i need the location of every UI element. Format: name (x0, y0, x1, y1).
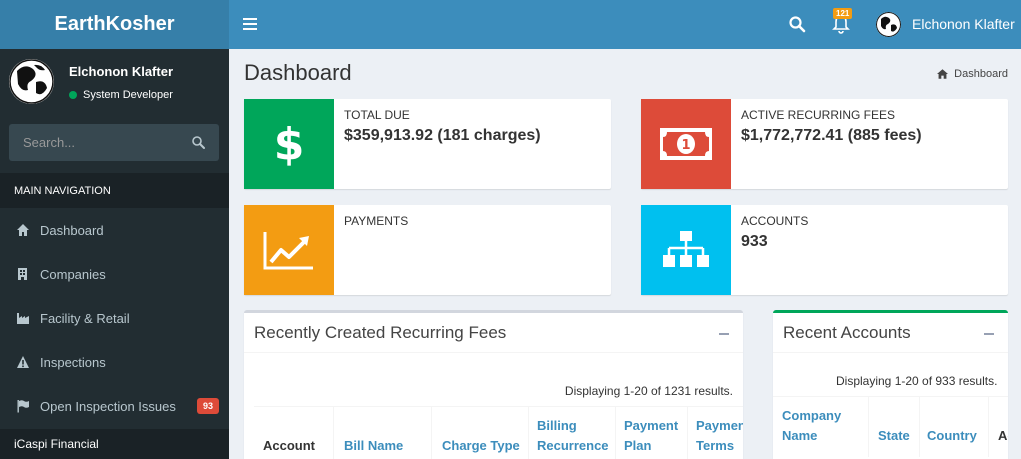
divider (528, 407, 529, 459)
sidebar-item-inspections[interactable]: Inspections (0, 340, 229, 384)
menu-toggle-icon[interactable] (243, 14, 257, 34)
table-header: Company Name State Country Ac (773, 396, 1008, 457)
divider (919, 397, 920, 457)
sidebar-item-label: Dashboard (40, 222, 104, 238)
info-box-label: PAYMENTS (344, 214, 409, 228)
nav-header: MAIN NAVIGATION (0, 173, 229, 208)
sidebar-item-label: Open Inspection Issues (40, 398, 176, 414)
accounts-card[interactable]: ACCOUNTS 933 (641, 205, 1008, 295)
search-icon[interactable] (788, 15, 806, 33)
column-header[interactable]: Billing Recurrence (537, 416, 617, 456)
money-icon: 1 (660, 128, 712, 160)
recurring-fees-panel: Recently Created Recurring Fees Displayi… (244, 310, 743, 459)
divider (333, 407, 334, 459)
info-box-label: TOTAL DUE (344, 108, 410, 122)
column-header[interactable]: Payment Plan (624, 416, 686, 456)
issues-count-badge: 93 (196, 398, 219, 414)
info-icon-bg: 1 (641, 99, 731, 189)
column-header[interactable]: Company Name (782, 406, 862, 446)
sidebar-user-name: Elchonon Klafter (69, 64, 174, 79)
svg-text:$: $ (274, 121, 304, 167)
globe-logo-icon (876, 12, 901, 37)
panel-title: Recent Accounts (783, 323, 911, 342)
info-icon-bg (244, 205, 334, 295)
active-recurring-fees-card[interactable]: 1 ACTIVE RECURRING FEES $1,772,772.41 (8… (641, 99, 1008, 189)
brand-logo[interactable]: EarthKosher (0, 0, 229, 49)
sidebar-item-label: Companies (40, 266, 106, 282)
breadcrumb-item[interactable]: Dashboard (954, 68, 1008, 80)
info-box-value: $1,772,772.41 (885 fees) (741, 127, 922, 144)
avatar (9, 59, 54, 104)
avatar[interactable] (876, 12, 901, 37)
collapse-icon[interactable] (719, 333, 729, 335)
column-header[interactable]: Bill Name (344, 436, 403, 456)
svg-text:1: 1 (681, 138, 690, 153)
building-icon (18, 268, 27, 280)
divider (244, 352, 743, 353)
sitemap-icon (663, 231, 709, 267)
column-header[interactable]: Ac (998, 426, 1008, 446)
top-navbar: 121 Elchonon Klafter (229, 0, 1021, 49)
search-input[interactable]: Search... (23, 135, 75, 150)
recent-accounts-panel: Recent Accounts Displaying 1-20 of 933 r… (773, 310, 1008, 459)
home-icon (17, 224, 29, 236)
flag-icon (17, 400, 29, 413)
sidebar-item-label: Inspections (40, 354, 106, 370)
sidebar-item-facility-retail[interactable]: Facility & Retail (0, 296, 229, 340)
info-box-value: 933 (741, 233, 768, 250)
industry-icon (17, 313, 29, 324)
divider (988, 397, 989, 457)
warning-icon (17, 356, 29, 368)
column-header[interactable]: State (878, 426, 910, 446)
user-panel: Elchonon Klafter System Developer (0, 49, 229, 114)
globe-logo-icon (9, 59, 54, 104)
info-icon-bg: $ (244, 99, 334, 189)
breadcrumb[interactable]: Dashboard (937, 68, 1008, 80)
collapse-icon[interactable] (984, 333, 994, 335)
panel-title: Recently Created Recurring Fees (254, 323, 507, 342)
online-status-icon (69, 91, 77, 99)
divider (868, 397, 869, 457)
sidebar-section-header: iCaspi Financial (0, 429, 229, 459)
table-header: Account Bill Name Charge Type Billing Re… (254, 406, 743, 459)
divider (431, 407, 432, 459)
sidebar-search[interactable]: Search... (9, 124, 219, 161)
user-role: System Developer (83, 89, 173, 101)
column-header[interactable]: Charge Type (442, 436, 520, 456)
info-box-value: $359,913.92 (181 charges) (344, 127, 541, 144)
area-chart-icon (263, 232, 313, 270)
user-menu[interactable]: Elchonon Klafter (912, 16, 1015, 32)
info-box-label: ACCOUNTS (741, 214, 809, 228)
user-status: System Developer (69, 89, 173, 101)
results-summary: Displaying 1-20 of 1231 results. (564, 384, 733, 398)
total-due-card[interactable]: $ TOTAL DUE $359,913.92 (181 charges) (244, 99, 611, 189)
divider (687, 407, 688, 459)
sidebar: Elchonon Klafter System Developer Search… (0, 49, 229, 459)
sidebar-item-companies[interactable]: Companies (0, 252, 229, 296)
sidebar-item-dashboard[interactable]: Dashboard (0, 208, 229, 252)
sidebar-item-open-inspection-issues[interactable]: Open Inspection Issues 93 (0, 384, 229, 428)
sidebar-item-label: Facility & Retail (40, 310, 130, 326)
home-icon (937, 69, 949, 79)
notification-badge: 121 (833, 8, 853, 19)
results-summary: Displaying 1-20 of 933 results. (836, 374, 998, 388)
info-box-label: ACTIVE RECURRING FEES (741, 108, 896, 122)
dollar-icon: $ (274, 121, 304, 167)
payments-card[interactable]: PAYMENTS (244, 205, 611, 295)
column-header[interactable]: Payment Terms (696, 416, 743, 456)
column-header: Account (263, 438, 315, 453)
info-icon-bg (641, 205, 731, 295)
page-title: Dashboard (244, 60, 352, 85)
search-icon[interactable] (191, 135, 205, 149)
column-header[interactable]: Country (927, 426, 977, 446)
divider (773, 352, 1008, 353)
